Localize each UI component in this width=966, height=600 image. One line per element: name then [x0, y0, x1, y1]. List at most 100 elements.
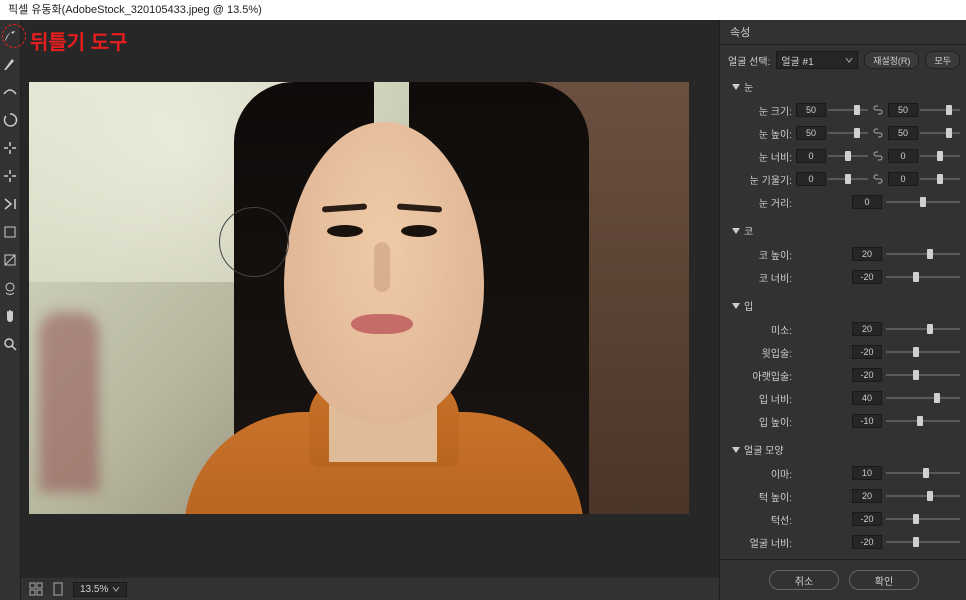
- bloat-tool-icon[interactable]: [0, 166, 20, 186]
- doc-view-icon[interactable]: [51, 582, 65, 596]
- slider-label: 눈 거리:: [728, 195, 792, 210]
- slider-label: 아랫입술:: [728, 368, 792, 383]
- push-left-tool-icon[interactable]: [0, 194, 20, 214]
- triangle-down-icon: [732, 447, 740, 453]
- cancel-button[interactable]: 취소: [769, 570, 839, 590]
- all-button[interactable]: 모두: [925, 51, 960, 69]
- slider-value[interactable]: -20: [852, 345, 882, 359]
- slider-track[interactable]: [886, 195, 960, 209]
- slider-track-left[interactable]: [828, 172, 868, 186]
- slider-value-right[interactable]: 0: [888, 149, 918, 163]
- slider-label: 턱선:: [728, 512, 792, 527]
- slider-value[interactable]: -20: [852, 270, 882, 284]
- link-icon[interactable]: [872, 104, 884, 116]
- face-select-label: 얼굴 선택:: [728, 53, 770, 68]
- slider-track-right[interactable]: [920, 172, 960, 186]
- slider-label: 눈 크기:: [728, 103, 792, 118]
- slider-value-left[interactable]: 0: [796, 149, 826, 163]
- smooth-tool-icon[interactable]: [0, 82, 20, 102]
- slider-value[interactable]: -20: [852, 512, 882, 526]
- slider-track[interactable]: [886, 489, 960, 503]
- slider-value-right[interactable]: 50: [888, 126, 918, 140]
- slider-label: 얼굴 너비:: [728, 535, 792, 550]
- section-face-shape[interactable]: 얼굴 모양: [720, 438, 966, 461]
- chevron-down-icon: [112, 585, 120, 593]
- slider-track-left[interactable]: [828, 126, 868, 140]
- hand-tool-icon[interactable]: [0, 306, 20, 326]
- slider-track[interactable]: [886, 466, 960, 480]
- annotation-circle: [2, 24, 26, 48]
- zoom-level-dropdown[interactable]: 13.5%: [73, 582, 127, 597]
- slider-label: 턱 높이:: [728, 489, 792, 504]
- section-nose[interactable]: 코: [720, 219, 966, 242]
- slider-label: 입 높이:: [728, 414, 792, 429]
- slider-track-left[interactable]: [828, 103, 868, 117]
- face-select-value: 얼굴 #1: [781, 53, 813, 68]
- title-bar: 픽셀 유동화(AdobeStock_320105433.jpeg @ 13.5%…: [0, 0, 966, 20]
- reset-button[interactable]: 재설정(R): [864, 51, 919, 69]
- link-icon[interactable]: [872, 173, 884, 185]
- slider-label: 눈 기울기:: [728, 172, 792, 187]
- slider-track[interactable]: [886, 391, 960, 405]
- slider-track[interactable]: [886, 345, 960, 359]
- chevron-down-icon: [845, 56, 853, 64]
- thaw-mask-tool-icon[interactable]: [0, 250, 20, 270]
- zoom-value: 13.5%: [80, 584, 108, 595]
- face-tool-icon[interactable]: [0, 278, 20, 298]
- slider-label: 입 너비:: [728, 391, 792, 406]
- canvas-footer: 13.5%: [21, 578, 719, 600]
- slider-value[interactable]: -20: [852, 368, 882, 382]
- annotation-text: 뒤틀기 도구: [30, 26, 128, 55]
- link-icon[interactable]: [872, 127, 884, 139]
- slider-label: 눈 너비:: [728, 149, 792, 164]
- face-select-dropdown[interactable]: 얼굴 #1: [776, 51, 858, 69]
- slider-track[interactable]: [886, 270, 960, 284]
- slider-value[interactable]: -20: [852, 535, 882, 549]
- slider-value-left[interactable]: 50: [796, 126, 826, 140]
- slider-value-right[interactable]: 0: [888, 172, 918, 186]
- section-eyes[interactable]: 눈: [720, 75, 966, 98]
- slider-track[interactable]: [886, 512, 960, 526]
- ok-button[interactable]: 확인: [849, 570, 919, 590]
- slider-track-left[interactable]: [828, 149, 868, 163]
- pucker-tool-icon[interactable]: [0, 138, 20, 158]
- slider-value-right[interactable]: 50: [888, 103, 918, 117]
- slider-track-right[interactable]: [920, 126, 960, 140]
- canvas-area: 13.5%: [21, 20, 719, 600]
- slider-value-left[interactable]: 50: [796, 103, 826, 117]
- triangle-down-icon: [732, 84, 740, 90]
- slider-track[interactable]: [886, 368, 960, 382]
- slider-value-left[interactable]: 0: [796, 172, 826, 186]
- slider-label: 이마:: [728, 466, 792, 481]
- slider-value[interactable]: 0: [852, 195, 882, 209]
- slider-value[interactable]: 40: [852, 391, 882, 405]
- grid-view-icon[interactable]: [29, 582, 43, 596]
- slider-label: 윗입술:: [728, 345, 792, 360]
- canvas-image[interactable]: [29, 82, 689, 514]
- slider-value[interactable]: 20: [852, 322, 882, 336]
- brush-cursor-circle: [219, 207, 289, 277]
- reconstruct-tool-icon[interactable]: [0, 54, 20, 74]
- section-mouth[interactable]: 입: [720, 294, 966, 317]
- freeze-mask-tool-icon[interactable]: [0, 222, 20, 242]
- slider-label: 코 너비:: [728, 270, 792, 285]
- slider-value[interactable]: 10: [852, 466, 882, 480]
- link-icon[interactable]: [872, 150, 884, 162]
- slider-value[interactable]: 20: [852, 489, 882, 503]
- slider-value[interactable]: 20: [852, 247, 882, 261]
- left-toolbar: [0, 20, 21, 600]
- panel-header: 속성: [720, 20, 966, 45]
- slider-track[interactable]: [886, 247, 960, 261]
- properties-panel: 속성 얼굴 선택: 얼굴 #1 재설정(R) 모두 눈 눈 크기: 50 50 …: [719, 20, 966, 600]
- zoom-tool-icon[interactable]: [0, 334, 20, 354]
- slider-track-right[interactable]: [920, 149, 960, 163]
- slider-track[interactable]: [886, 322, 960, 336]
- triangle-down-icon: [732, 303, 740, 309]
- slider-label: 눈 높이:: [728, 126, 792, 141]
- slider-track[interactable]: [886, 414, 960, 428]
- slider-track[interactable]: [886, 535, 960, 549]
- slider-track-right[interactable]: [920, 103, 960, 117]
- slider-value[interactable]: -10: [852, 414, 882, 428]
- triangle-down-icon: [732, 228, 740, 234]
- twirl-tool-icon[interactable]: [0, 110, 20, 130]
